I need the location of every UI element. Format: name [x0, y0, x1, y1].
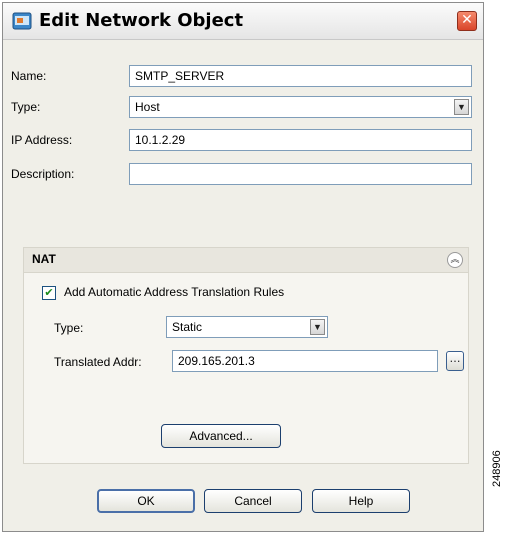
name-label: Name: — [11, 69, 47, 83]
ip-address-label: IP Address: — [11, 133, 73, 147]
title-bar[interactable]: Edit Network Object ✕ — [3, 3, 483, 40]
name-field[interactable]: SMTP_SERVER — [129, 65, 472, 87]
chevron-down-icon[interactable]: ▼ — [454, 99, 469, 115]
close-icon[interactable]: ✕ — [457, 11, 477, 31]
translated-addr-label: Translated Addr: — [54, 355, 142, 369]
help-button[interactable]: Help — [312, 489, 410, 513]
advanced-button[interactable]: Advanced... — [161, 424, 281, 448]
description-label: Description: — [11, 167, 75, 181]
edit-network-object-dialog: Edit Network Object ✕ Name: SMTP_SERVER … — [2, 2, 484, 532]
type-select[interactable]: Host ▼ — [129, 96, 472, 118]
description-field[interactable] — [129, 163, 472, 185]
type-label: Type: — [11, 100, 41, 114]
auto-translation-checkbox[interactable]: ✔ — [42, 286, 56, 300]
nat-type-select[interactable]: Static ▼ — [166, 316, 328, 338]
browse-icon[interactable]: … — [446, 351, 464, 371]
chevron-down-icon[interactable]: ▼ — [310, 319, 325, 335]
nat-panel: NAT ︽ ✔ Add Automatic Address Translatio… — [23, 247, 469, 464]
auto-translation-label: Add Automatic Address Translation Rules — [64, 285, 285, 299]
dialog-title: Edit Network Object — [39, 10, 244, 31]
ip-address-field[interactable]: 10.1.2.29 — [129, 129, 472, 151]
figure-id: 248906 — [491, 450, 503, 487]
network-object-icon — [12, 12, 32, 30]
translated-addr-field[interactable]: 209.165.201.3 — [172, 350, 438, 372]
collapse-icon[interactable]: ︽ — [447, 252, 463, 268]
type-select-value: Host — [135, 100, 160, 114]
ok-button[interactable]: OK — [97, 489, 195, 513]
nat-title: NAT — [32, 252, 56, 266]
cancel-button[interactable]: Cancel — [204, 489, 302, 513]
nat-type-value: Static — [172, 320, 203, 334]
nat-type-label: Type: — [54, 321, 84, 335]
nat-header[interactable]: NAT ︽ — [24, 248, 468, 273]
